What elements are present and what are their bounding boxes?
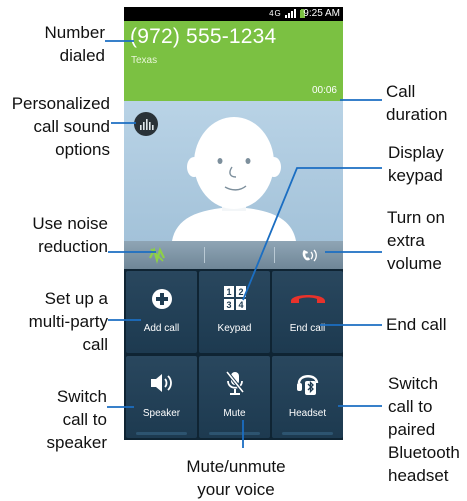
callout-lines [105,40,382,448]
line-display-keypad [242,167,382,301]
